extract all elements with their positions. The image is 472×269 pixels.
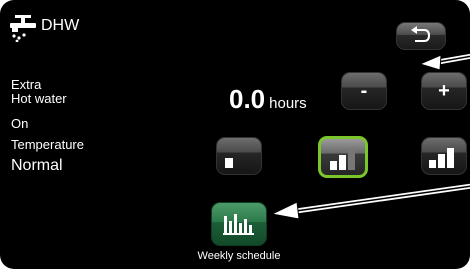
temp-level-low-button[interactable] (216, 137, 262, 175)
faucet-icon (10, 15, 36, 42)
weekly-schedule-icon (223, 214, 254, 235)
temp-level-high-button[interactable] (421, 137, 467, 175)
dhw-screen: DHW Extra Hot water On Temperature Norma… (0, 0, 470, 269)
extra-status: On (11, 116, 29, 131)
extra-hours-value: 0.0 (229, 84, 266, 114)
page-title: DHW (41, 17, 80, 34)
minus-label: - (360, 80, 368, 102)
level-high-icon (429, 148, 454, 168)
weekly-schedule-label: Weekly schedule (197, 250, 281, 262)
weekly-schedule-button[interactable] (211, 202, 267, 246)
hot-water-label: Hot water (11, 91, 67, 106)
temp-level-normal-button[interactable] (318, 136, 368, 178)
increase-hours-button[interactable]: + (421, 72, 467, 110)
back-arrow-icon (411, 26, 431, 42)
extra-hours-unit: hours (269, 95, 307, 112)
level-low-icon (225, 158, 233, 168)
temperature-value: Normal (11, 157, 63, 174)
level-normal-icon (330, 150, 355, 170)
plus-label: + (438, 80, 450, 102)
extra-label: Extra (11, 77, 42, 92)
temperature-label: Temperature (11, 137, 84, 152)
back-button[interactable] (396, 22, 446, 50)
extra-hours-display: 0.0 hours (229, 84, 307, 115)
decrease-hours-button[interactable]: - (341, 72, 387, 110)
